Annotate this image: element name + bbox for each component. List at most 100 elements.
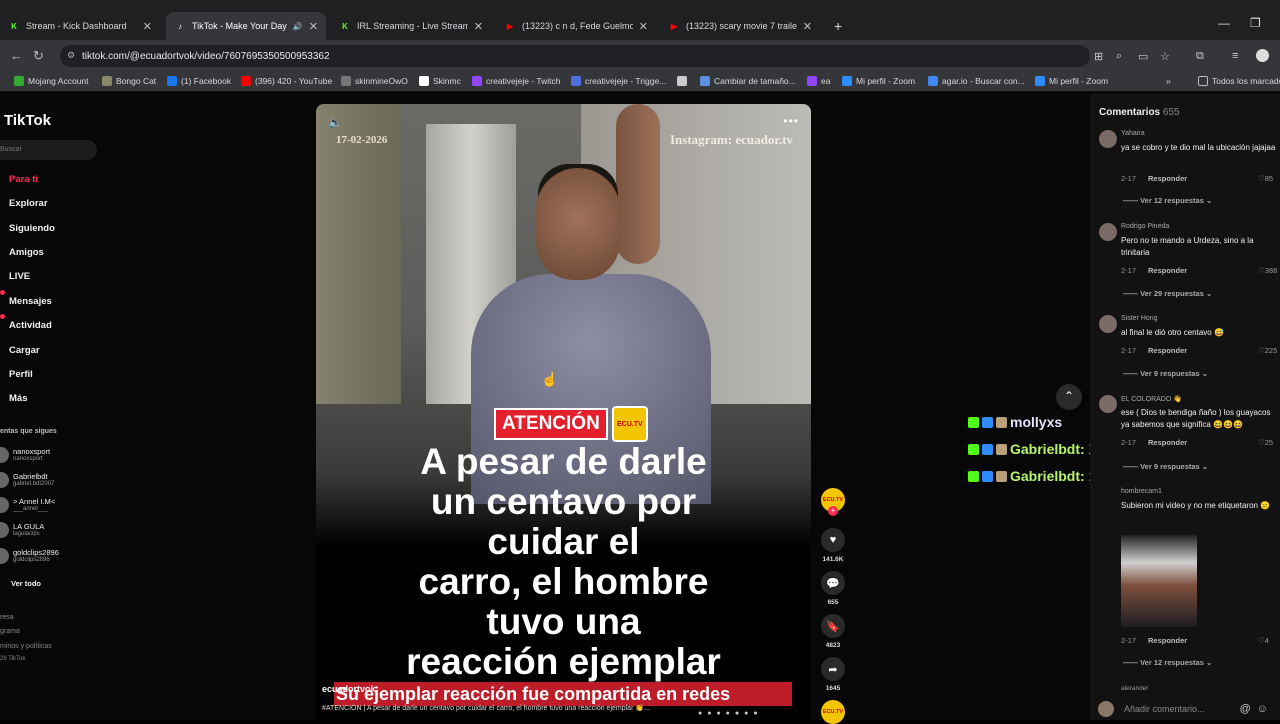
- bookmark-item[interactable]: creativejeje - Trigge...: [571, 76, 666, 86]
- bookmark-item[interactable]: ea: [807, 76, 830, 86]
- browser-tab[interactable]: ▶ (13223) c n d, Fede Guelmos, Al ✕: [496, 12, 656, 40]
- tab-close-icon[interactable]: ✕: [803, 20, 812, 33]
- more-options-icon[interactable]: •••: [783, 114, 799, 128]
- volume-icon[interactable]: 🔈: [328, 116, 342, 129]
- browser-tab[interactable]: ▶ (13223) scary movie 7 trailer - Y ✕: [660, 12, 820, 40]
- bookmark-item[interactable]: (396) 420 - YouTube: [241, 76, 332, 86]
- reply-button[interactable]: Responder: [1148, 346, 1187, 355]
- comment-input[interactable]: Añadir comentario... @ ☺: [1098, 698, 1268, 720]
- chat-username[interactable]: mollyxs: [1010, 414, 1062, 430]
- sidebar-item[interactable]: LIVE: [9, 271, 30, 282]
- comment-avatar[interactable]: [1099, 130, 1117, 148]
- bookmark-item[interactable]: Bongo Cat: [102, 76, 156, 86]
- browser-tab[interactable]: K IRL Streaming - Live Streams on ✕: [331, 12, 491, 40]
- emoji-icon[interactable]: ☺: [1257, 703, 1268, 715]
- footer-link[interactable]: grama: [0, 628, 20, 635]
- share-button[interactable]: ➦ 1645: [820, 657, 846, 692]
- bookmark-item[interactable]: Skinmc: [419, 76, 461, 86]
- comment-like[interactable]: ♡4: [1258, 636, 1269, 645]
- video-author[interactable]: ecuadortvok: [322, 684, 376, 694]
- mention-icon[interactable]: @: [1240, 703, 1251, 715]
- comment-username[interactable]: EL COLORADO 👋: [1121, 395, 1182, 403]
- footer-link[interactable]: minos y políticas: [0, 643, 52, 650]
- tab-close-icon[interactable]: ✕: [639, 20, 648, 33]
- comment-button[interactable]: 💬 655: [820, 571, 846, 606]
- site-info-icon[interactable]: ⚙: [67, 50, 75, 61]
- zoom-icon[interactable]: ⌕: [1116, 50, 1122, 63]
- comment-like[interactable]: ♡388: [1258, 266, 1277, 275]
- address-bar[interactable]: ⚙ tiktok.com/@ecuadortvok/video/76076953…: [60, 45, 1090, 67]
- browser-tab[interactable]: K Stream - Kick Dashboard ✕: [0, 12, 160, 40]
- tiktok-logo[interactable]: TikTok: [4, 112, 51, 129]
- bookmark-item[interactable]: [677, 76, 691, 86]
- comment-avatar[interactable]: [1099, 315, 1117, 333]
- view-replies-button[interactable]: —— Ver 12 respuestas ⌄: [1123, 658, 1212, 667]
- bookmarks-overflow-icon[interactable]: »: [1166, 76, 1171, 86]
- view-replies-button[interactable]: —— Ver 9 respuestas ⌄: [1123, 369, 1208, 378]
- comment-username[interactable]: hombrecam1: [1121, 488, 1162, 495]
- comment-like[interactable]: ♡25: [1258, 438, 1273, 447]
- footer-link[interactable]: resa: [0, 614, 14, 621]
- save-button[interactable]: 🔖 4823: [820, 614, 846, 649]
- reload-icon[interactable]: ↻: [33, 48, 44, 64]
- next-creator-avatar[interactable]: ECU.TV: [821, 700, 845, 724]
- media-icon[interactable]: ≡: [1232, 50, 1238, 62]
- minimize-icon[interactable]: —: [1218, 16, 1230, 30]
- browser-tab[interactable]: ♪ TikTok - Make Your Day 🔊 ✕: [166, 12, 326, 40]
- chat-username[interactable]: Gabrielbdt: [1010, 468, 1080, 484]
- comment-username[interactable]: Rodrigo Pineda: [1121, 223, 1169, 230]
- bookmark-item[interactable]: creativejeje - Twitch: [472, 76, 560, 86]
- comment-like[interactable]: ♡85: [1258, 174, 1273, 183]
- footer-link[interactable]: 26 TikTok: [0, 656, 25, 662]
- sidebar-item[interactable]: Explorar: [9, 198, 48, 209]
- view-replies-button[interactable]: —— Ver 12 respuestas ⌄: [1123, 196, 1212, 205]
- tab-close-icon[interactable]: ✕: [143, 20, 152, 33]
- comment-username[interactable]: Sister Hong: [1121, 315, 1158, 322]
- like-button[interactable]: ♥ 141.6K: [820, 528, 846, 563]
- follow-plus-icon[interactable]: +: [828, 506, 838, 516]
- reply-button[interactable]: Responder: [1148, 266, 1187, 275]
- sidebar-item[interactable]: Siguiendo: [9, 223, 55, 234]
- video-player[interactable]: 🔈 ••• 17-02-2026 Instagram: ecuador.tv A…: [316, 104, 811, 720]
- tab-close-icon[interactable]: ✕: [474, 20, 483, 33]
- extensions-icon[interactable]: ⧉: [1196, 50, 1204, 63]
- sidebar-item[interactable]: Amigos: [9, 247, 44, 258]
- maximize-icon[interactable]: ❐: [1250, 16, 1261, 30]
- sidebar-item[interactable]: Para ti: [9, 174, 38, 185]
- comment-username[interactable]: Yahaira: [1121, 130, 1145, 137]
- new-tab-button[interactable]: +: [826, 12, 850, 40]
- comment-avatar[interactable]: [1099, 395, 1117, 413]
- comment-image-thumbnail[interactable]: [1121, 535, 1197, 627]
- bookmark-star-icon[interactable]: ☆: [1160, 50, 1170, 63]
- tab-audio-icon[interactable]: 🔊: [293, 22, 303, 31]
- chat-username[interactable]: Gabrielbdt: [1010, 441, 1080, 457]
- reply-button[interactable]: Responder: [1148, 174, 1187, 183]
- profile-avatar[interactable]: [1256, 49, 1269, 62]
- sidebar-item[interactable]: Cargar: [9, 345, 40, 356]
- bookmark-item[interactable]: (1) Facebook: [167, 76, 231, 86]
- reply-button[interactable]: Responder: [1148, 636, 1187, 645]
- bookmark-item[interactable]: Mi perfil - Zoom: [842, 76, 915, 86]
- search-input[interactable]: Buscar: [0, 140, 97, 160]
- bookmark-item[interactable]: skinmineOwO: [341, 76, 408, 86]
- comment-like[interactable]: ♡225: [1258, 346, 1277, 355]
- view-replies-button[interactable]: —— Ver 29 respuestas ⌄: [1123, 289, 1212, 298]
- sidebar-item[interactable]: Mensajes: [9, 296, 52, 307]
- bookmark-item[interactable]: Mi perfil - Zoom: [1035, 76, 1108, 86]
- sidebar-item[interactable]: Actividad: [9, 320, 52, 331]
- bookmark-item[interactable]: Mojang Account: [14, 76, 88, 86]
- see-all-link[interactable]: Ver todo: [11, 579, 41, 588]
- view-replies-button[interactable]: —— Ver 9 respuestas ⌄: [1123, 462, 1208, 471]
- cast-icon[interactable]: ▭: [1138, 50, 1148, 63]
- all-bookmarks[interactable]: Todos los marcadores: [1198, 76, 1280, 86]
- sidebar-item[interactable]: Perfil: [9, 369, 33, 380]
- scroll-up-button[interactable]: ⌃: [1056, 384, 1082, 410]
- comment-avatar[interactable]: [1099, 223, 1117, 241]
- back-icon[interactable]: ←: [10, 48, 23, 63]
- sidebar-item[interactable]: Más: [9, 393, 27, 404]
- tab-close-icon[interactable]: ✕: [309, 20, 318, 33]
- reply-button[interactable]: Responder: [1148, 438, 1187, 447]
- bookmark-item[interactable]: Cambiar de tamaño...: [700, 76, 796, 86]
- bookmark-item[interactable]: agar.io - Buscar con...: [928, 76, 1025, 86]
- translate-icon[interactable]: ⊞: [1094, 50, 1103, 63]
